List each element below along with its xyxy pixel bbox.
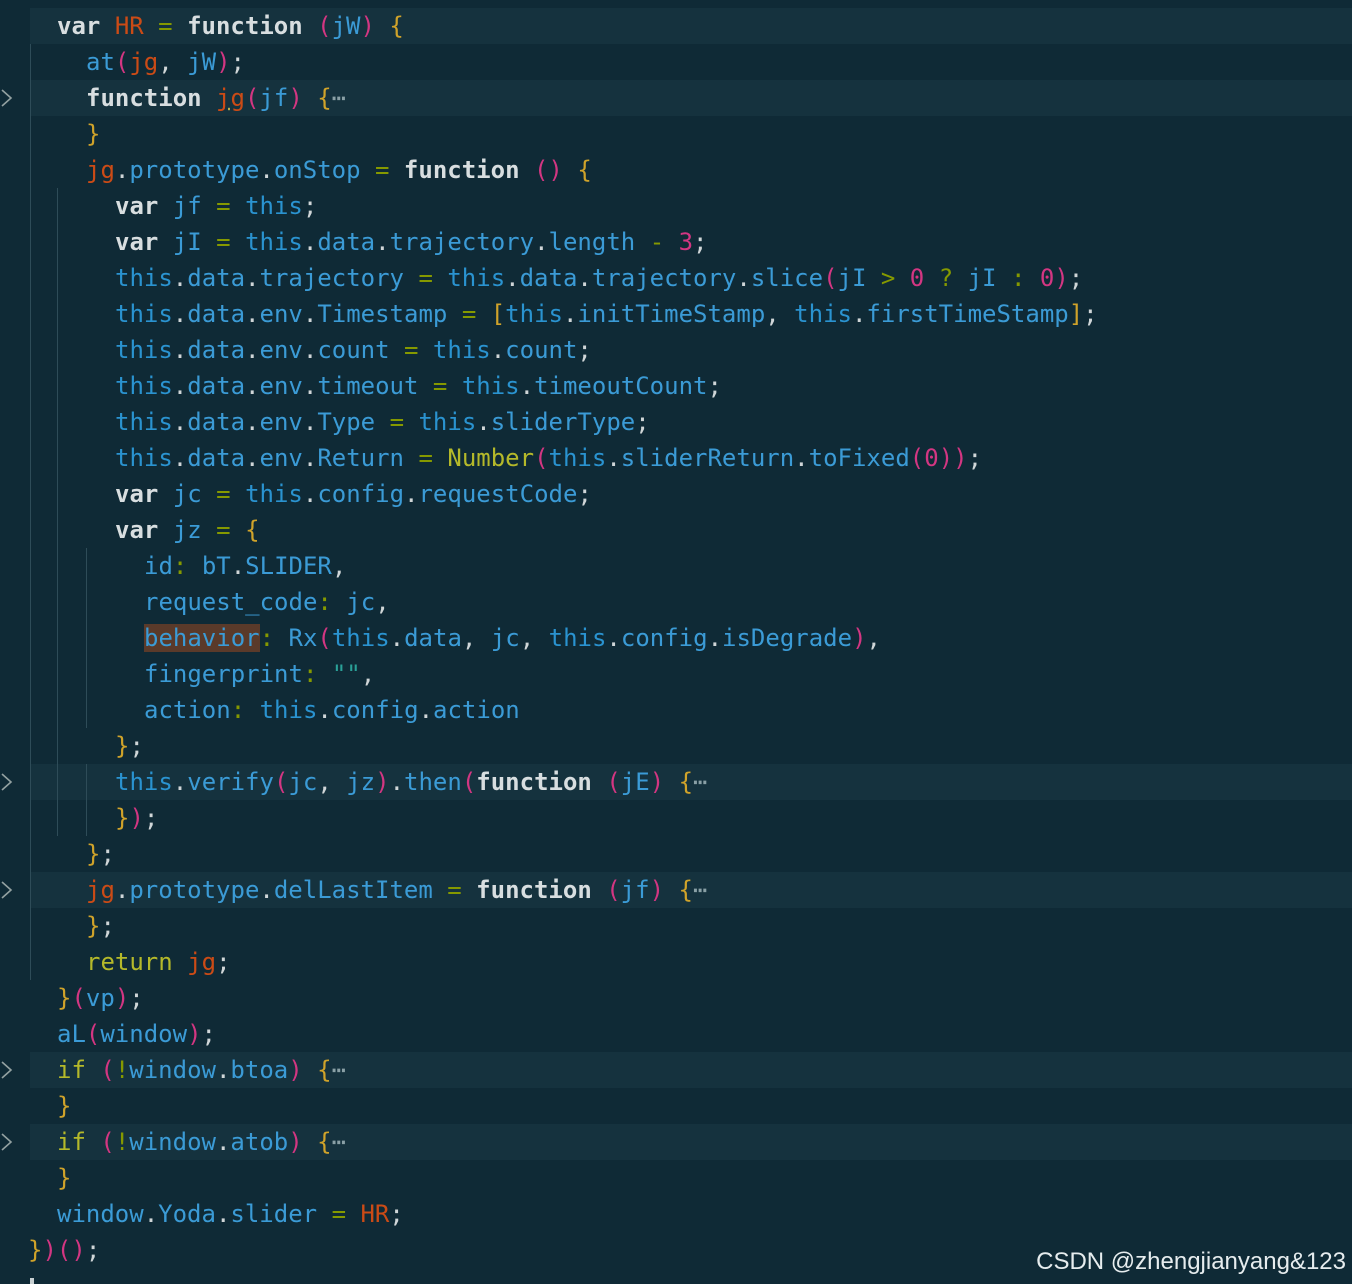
code-text: }; xyxy=(86,912,115,940)
code-line[interactable]: } xyxy=(0,1160,1352,1196)
fold-ellipsis[interactable]: ⋯ xyxy=(693,768,707,796)
indent-guide xyxy=(57,188,58,836)
code-line[interactable]: if (!window.atob) {⋯ xyxy=(0,1124,1352,1160)
code-line[interactable]: this.data.env.Return = Number(this.slide… xyxy=(0,440,1352,476)
code-text: }(vp); xyxy=(57,984,144,1012)
code-line[interactable]: }); xyxy=(0,800,1352,836)
watermark: CSDN @zhengjianyang&123 xyxy=(1036,1248,1346,1275)
code-text: behavior: Rx(this.data, jc, this.config.… xyxy=(144,624,881,652)
code-text: }; xyxy=(115,732,144,760)
fold-chevron-right-icon[interactable] xyxy=(0,880,14,900)
code-line[interactable]: request_code: jc, xyxy=(0,584,1352,620)
code-line[interactable]: }; xyxy=(0,836,1352,872)
code-line[interactable]: }(vp); xyxy=(0,980,1352,1016)
code-line[interactable]: function jg(jf) {⋯ xyxy=(0,80,1352,116)
code-text: this.data.env.timeout = this.timeoutCoun… xyxy=(115,372,722,400)
code-text: }); xyxy=(115,804,159,832)
indent-guide xyxy=(86,548,87,728)
code-text: jg.prototype.delLastItem = function (jf)… xyxy=(86,876,708,904)
code-text: action: this.config.action xyxy=(144,696,520,724)
code-text: jg.prototype.onStop = function () { xyxy=(86,156,592,184)
fold-chevron-right-icon[interactable] xyxy=(0,88,14,108)
code-text: var jz = { xyxy=(115,516,260,544)
code-line[interactable]: window.Yoda.slider = HR; xyxy=(0,1196,1352,1232)
code-line[interactable]: }; xyxy=(0,908,1352,944)
indent-guide xyxy=(86,764,87,836)
code-line[interactable]: this.verify(jc, jz).then(function (jE) {… xyxy=(0,764,1352,800)
code-line[interactable]: } xyxy=(0,1088,1352,1124)
code-text: at(jg, jW); xyxy=(86,48,245,76)
code-text: fingerprint: "", xyxy=(144,660,376,688)
code-text: this.data.env.count = this.count; xyxy=(115,336,592,364)
fold-ellipsis[interactable]: ⋯ xyxy=(332,1128,346,1156)
code-text: return jg; xyxy=(86,948,231,976)
code-editor[interactable]: var HR = function (jW) { at(jg, jW); funct… xyxy=(0,0,1352,1284)
code-line[interactable]: this.data.env.Type = this.sliderType; xyxy=(0,404,1352,440)
code-text: this.data.env.Timestamp = [this.initTime… xyxy=(115,300,1098,328)
code-text: if (!window.btoa) {⋯ xyxy=(57,1056,347,1084)
code-text: if (!window.atob) {⋯ xyxy=(57,1128,347,1156)
code-line[interactable]: at(jg, jW); xyxy=(0,44,1352,80)
fold-chevron-right-icon[interactable] xyxy=(0,772,14,792)
code-text: aL(window); xyxy=(57,1020,216,1048)
fold-chevron-right-icon[interactable] xyxy=(0,1132,14,1152)
code-line[interactable]: return jg; xyxy=(0,944,1352,980)
code-line[interactable]: this.data.env.count = this.count; xyxy=(0,332,1352,368)
code-text: }; xyxy=(86,840,115,868)
code-line[interactable]: var jc = this.config.requestCode; xyxy=(0,476,1352,512)
code-text: var jc = this.config.requestCode; xyxy=(115,480,592,508)
code-text: this.data.env.Type = this.sliderType; xyxy=(115,408,650,436)
code-text: request_code: jc, xyxy=(144,588,390,616)
code-text: function jg(jf) {⋯ xyxy=(86,84,347,112)
fold-ellipsis[interactable]: ⋯ xyxy=(332,1056,346,1084)
code-line[interactable]: } xyxy=(0,116,1352,152)
code-text: } xyxy=(57,1092,72,1120)
code-line[interactable]: if (!window.btoa) {⋯ xyxy=(0,1052,1352,1088)
code-text: this.verify(jc, jz).then(function (jE) {… xyxy=(115,768,708,796)
fold-ellipsis[interactable]: ⋯ xyxy=(693,876,707,904)
code-line[interactable]: var jf = this; xyxy=(0,188,1352,224)
fold-chevron-right-icon[interactable] xyxy=(0,1060,14,1080)
code-text: } xyxy=(57,1164,72,1192)
code-text: var jI = this.data.trajectory.length - 3… xyxy=(115,228,708,256)
code-line[interactable]: var jz = { xyxy=(0,512,1352,548)
code-text: this.data.env.Return = Number(this.slide… xyxy=(115,444,983,472)
code-line[interactable]: var HR = function (jW) { xyxy=(0,8,1352,44)
code-line[interactable]: this.data.trajectory = this.data.traject… xyxy=(0,260,1352,296)
code-line[interactable]: id: bT.SLIDER, xyxy=(0,548,1352,584)
code-text: })(); xyxy=(28,1236,101,1264)
code-line[interactable]: this.data.env.Timestamp = [this.initTime… xyxy=(0,296,1352,332)
code-text: window.Yoda.slider = HR; xyxy=(57,1200,404,1228)
code-text: var HR = function (jW) { xyxy=(57,12,404,40)
code-text: id: bT.SLIDER, xyxy=(144,552,347,580)
indent-guide xyxy=(30,44,31,980)
code-line[interactable]: aL(window); xyxy=(0,1016,1352,1052)
code-line[interactable]: this.data.env.timeout = this.timeoutCoun… xyxy=(0,368,1352,404)
code-line[interactable]: fingerprint: "", xyxy=(0,656,1352,692)
code-line[interactable]: var jI = this.data.trajectory.length - 3… xyxy=(0,224,1352,260)
code-line[interactable]: jg.prototype.delLastItem = function (jf)… xyxy=(0,872,1352,908)
scroll-marker xyxy=(30,1278,34,1284)
code-text: this.data.trajectory = this.data.traject… xyxy=(115,264,1084,292)
code-line[interactable]: jg.prototype.onStop = function () { xyxy=(0,152,1352,188)
fold-ellipsis[interactable]: ⋯ xyxy=(332,84,346,112)
code-text: } xyxy=(86,120,101,148)
code-text: var jf = this; xyxy=(115,192,318,220)
code-line[interactable]: action: this.config.action xyxy=(0,692,1352,728)
code-line[interactable]: behavior: Rx(this.data, jc, this.config.… xyxy=(0,620,1352,656)
code-line[interactable]: }; xyxy=(0,728,1352,764)
